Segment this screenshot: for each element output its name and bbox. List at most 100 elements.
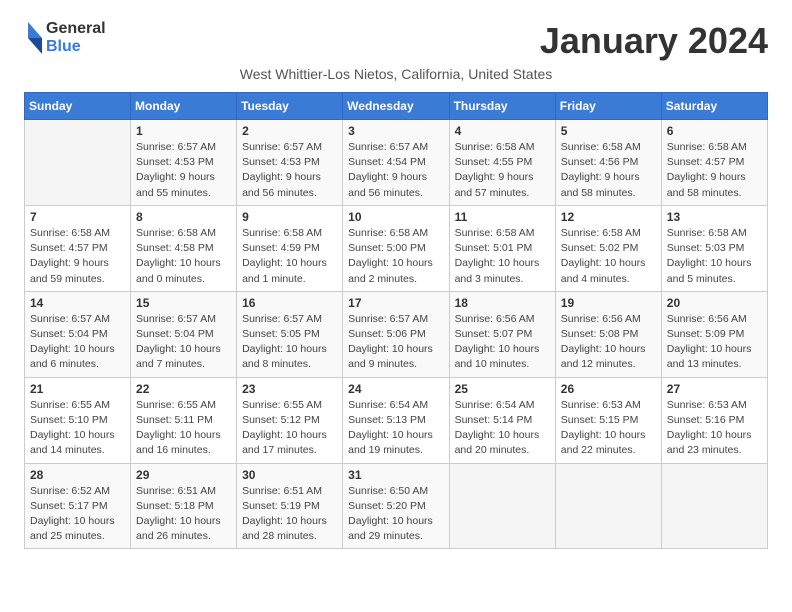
day-number: 1: [136, 124, 231, 138]
day-number: 31: [348, 468, 443, 482]
page-subtitle: West Whittier-Los Nietos, California, Un…: [24, 66, 768, 82]
day-info: Sunrise: 6:56 AMSunset: 5:09 PMDaylight:…: [667, 312, 762, 373]
day-number: 19: [561, 296, 656, 310]
calendar-cell: 13 Sunrise: 6:58 AMSunset: 5:03 PMDayligh…: [661, 205, 767, 291]
day-info: Sunrise: 6:55 AMSunset: 5:11 PMDaylight:…: [136, 398, 231, 459]
calendar-cell: 11 Sunrise: 6:58 AMSunset: 5:01 PMDayligh…: [449, 205, 555, 291]
logo-text-general: General: [46, 20, 106, 38]
day-info: Sunrise: 6:53 AMSunset: 5:15 PMDaylight:…: [561, 398, 656, 459]
day-number: 7: [30, 210, 125, 224]
column-header-monday: Monday: [131, 93, 237, 120]
day-info: Sunrise: 6:58 AMSunset: 4:55 PMDaylight:…: [455, 140, 550, 201]
calendar-cell: 2 Sunrise: 6:57 AMSunset: 4:53 PMDaylight…: [237, 120, 343, 206]
calendar-cell: [555, 463, 661, 549]
calendar-cell: 16Sunrise: 6:57 AMSunset: 5:05 PMDayligh…: [237, 291, 343, 377]
day-info: Sunrise: 6:57 AMSunset: 4:53 PMDaylight:…: [242, 140, 337, 201]
calendar-cell: 3Sunrise: 6:57 AMSunset: 4:54 PMDaylight…: [343, 120, 449, 206]
calendar-cell: 12 Sunrise: 6:58 AMSunset: 5:02 PMDayligh…: [555, 205, 661, 291]
calendar-cell: 27 Sunrise: 6:53 AMSunset: 5:16 PMDayligh…: [661, 377, 767, 463]
day-info: Sunrise: 6:54 AMSunset: 5:14 PMDaylight:…: [455, 398, 550, 459]
calendar-cell: 17 Sunrise: 6:57 AMSunset: 5:06 PMDayligh…: [343, 291, 449, 377]
day-number: 20: [667, 296, 762, 310]
day-info: Sunrise: 6:55 AMSunset: 5:12 PMDaylight:…: [242, 398, 337, 459]
day-number: 30: [242, 468, 337, 482]
day-info: Sunrise: 6:57 AMSunset: 5:05 PMDaylight:…: [242, 312, 337, 373]
calendar-cell: [449, 463, 555, 549]
calendar-cell: 18 Sunrise: 6:56 AMSunset: 5:07 PMDayligh…: [449, 291, 555, 377]
calendar-cell: [661, 463, 767, 549]
day-info: Sunrise: 6:57 AMSunset: 5:04 PMDaylight:…: [136, 312, 231, 373]
day-info: Sunrise: 6:58 AMSunset: 4:58 PMDaylight:…: [136, 226, 231, 287]
day-info: Sunrise: 6:58 AMSunset: 5:02 PMDaylight:…: [561, 226, 656, 287]
calendar-cell: 22 Sunrise: 6:55 AMSunset: 5:11 PMDayligh…: [131, 377, 237, 463]
day-number: 11: [455, 210, 550, 224]
day-number: 27: [667, 382, 762, 396]
calendar-cell: 9 Sunrise: 6:58 AMSunset: 4:59 PMDaylight…: [237, 205, 343, 291]
day-info: Sunrise: 6:58 AMSunset: 5:03 PMDaylight:…: [667, 226, 762, 287]
day-number: 15: [136, 296, 231, 310]
day-info: Sunrise: 6:58 AMSunset: 5:01 PMDaylight:…: [455, 226, 550, 287]
day-number: 22: [136, 382, 231, 396]
column-header-sunday: Sunday: [25, 93, 131, 120]
day-info: Sunrise: 6:52 AMSunset: 5:17 PMDaylight:…: [30, 484, 125, 545]
day-number: 4: [455, 124, 550, 138]
calendar-cell: 21 Sunrise: 6:55 AMSunset: 5:10 PMDayligh…: [25, 377, 131, 463]
day-number: 26: [561, 382, 656, 396]
day-info: Sunrise: 6:56 AMSunset: 5:07 PMDaylight:…: [455, 312, 550, 373]
calendar-cell: 24 Sunrise: 6:54 AMSunset: 5:13 PMDayligh…: [343, 377, 449, 463]
logo-icon: [24, 20, 44, 56]
day-info: Sunrise: 6:57 AMSunset: 4:53 PMDaylight:…: [136, 140, 231, 201]
column-header-wednesday: Wednesday: [343, 93, 449, 120]
day-number: 9: [242, 210, 337, 224]
calendar-cell: 15 Sunrise: 6:57 AMSunset: 5:04 PMDayligh…: [131, 291, 237, 377]
day-number: 2: [242, 124, 337, 138]
calendar-week-4: 21 Sunrise: 6:55 AMSunset: 5:10 PMDayligh…: [25, 377, 768, 463]
day-info: Sunrise: 6:56 AMSunset: 5:08 PMDaylight:…: [561, 312, 656, 373]
calendar-week-1: 1 Sunrise: 6:57 AMSunset: 4:53 PMDaylight…: [25, 120, 768, 206]
calendar-cell: 5 Sunrise: 6:58 AMSunset: 4:56 PMDaylight…: [555, 120, 661, 206]
calendar-cell: 23 Sunrise: 6:55 AMSunset: 5:12 PMDayligh…: [237, 377, 343, 463]
calendar-cell: 4 Sunrise: 6:58 AMSunset: 4:55 PMDaylight…: [449, 120, 555, 206]
day-info: Sunrise: 6:57 AMSunset: 5:06 PMDaylight:…: [348, 312, 443, 373]
column-header-tuesday: Tuesday: [237, 93, 343, 120]
day-info: Sunrise: 6:58 AMSunset: 4:59 PMDaylight:…: [242, 226, 337, 287]
column-header-thursday: Thursday: [449, 93, 555, 120]
calendar-week-2: 7Sunrise: 6:58 AMSunset: 4:57 PMDaylight…: [25, 205, 768, 291]
day-number: 5: [561, 124, 656, 138]
day-number: 23: [242, 382, 337, 396]
logo-text-blue: Blue: [46, 38, 106, 56]
day-number: 17: [348, 296, 443, 310]
calendar-cell: [25, 120, 131, 206]
day-info: Sunrise: 6:54 AMSunset: 5:13 PMDaylight:…: [348, 398, 443, 459]
day-number: 13: [667, 210, 762, 224]
day-number: 12: [561, 210, 656, 224]
day-info: Sunrise: 6:55 AMSunset: 5:10 PMDaylight:…: [30, 398, 125, 459]
day-number: 8: [136, 210, 231, 224]
calendar-cell: 20 Sunrise: 6:56 AMSunset: 5:09 PMDayligh…: [661, 291, 767, 377]
column-header-saturday: Saturday: [661, 93, 767, 120]
calendar-cell: 7Sunrise: 6:58 AMSunset: 4:57 PMDaylight…: [25, 205, 131, 291]
day-info: Sunrise: 6:58 AMSunset: 4:56 PMDaylight:…: [561, 140, 656, 201]
day-info: Sunrise: 6:51 AMSunset: 5:19 PMDaylight:…: [242, 484, 337, 545]
day-number: 18: [455, 296, 550, 310]
column-header-friday: Friday: [555, 93, 661, 120]
day-info: Sunrise: 6:53 AMSunset: 5:16 PMDaylight:…: [667, 398, 762, 459]
day-number: 29: [136, 468, 231, 482]
calendar-cell: 28Sunrise: 6:52 AMSunset: 5:17 PMDayligh…: [25, 463, 131, 549]
day-number: 10: [348, 210, 443, 224]
day-number: 24: [348, 382, 443, 396]
calendar-cell: 30 Sunrise: 6:51 AMSunset: 5:19 PMDayligh…: [237, 463, 343, 549]
calendar-cell: 25 Sunrise: 6:54 AMSunset: 5:14 PMDayligh…: [449, 377, 555, 463]
calendar-cell: 1 Sunrise: 6:57 AMSunset: 4:53 PMDaylight…: [131, 120, 237, 206]
day-info: Sunrise: 6:51 AMSunset: 5:18 PMDaylight:…: [136, 484, 231, 545]
day-number: 21: [30, 382, 125, 396]
day-info: Sunrise: 6:57 AMSunset: 5:04 PMDaylight:…: [30, 312, 125, 373]
calendar-cell: 31Sunrise: 6:50 AMSunset: 5:20 PMDayligh…: [343, 463, 449, 549]
month-title: January 2024: [540, 20, 768, 62]
calendar-cell: 8 Sunrise: 6:58 AMSunset: 4:58 PMDaylight…: [131, 205, 237, 291]
day-number: 25: [455, 382, 550, 396]
calendar-cell: 6Sunrise: 6:58 AMSunset: 4:57 PMDaylight…: [661, 120, 767, 206]
day-number: 6: [667, 124, 762, 138]
logo-container: General Blue: [24, 20, 106, 57]
calendar-week-5: 28Sunrise: 6:52 AMSunset: 5:17 PMDayligh…: [25, 463, 768, 549]
